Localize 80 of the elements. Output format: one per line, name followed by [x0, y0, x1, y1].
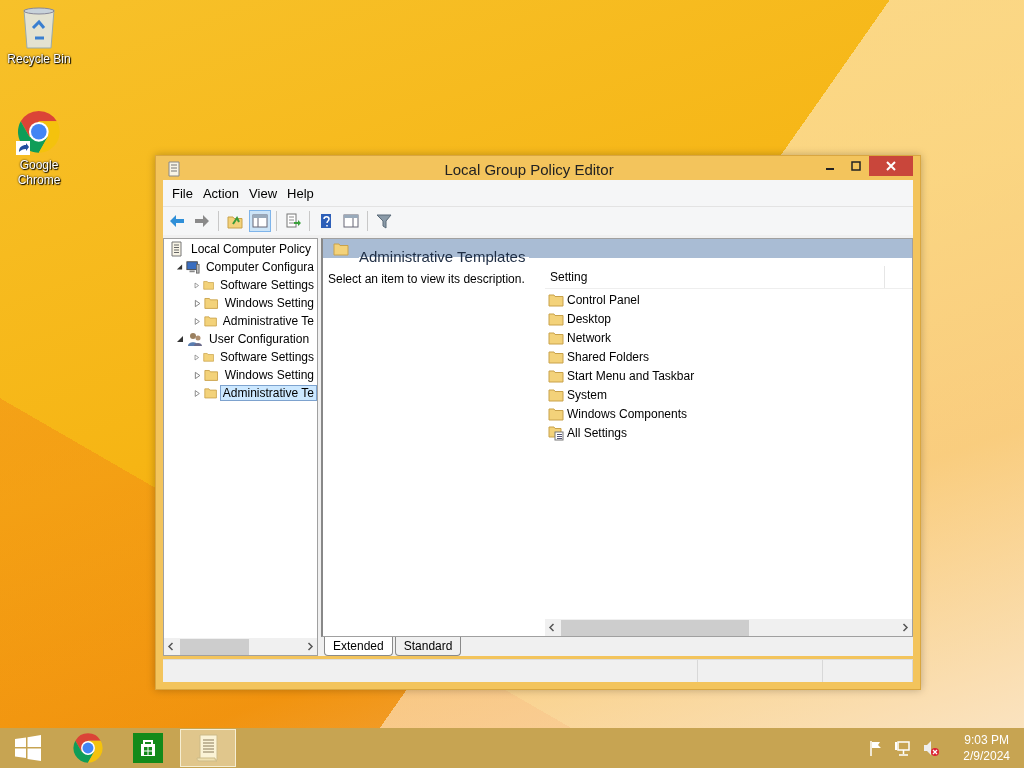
tree-item[interactable]: Software Settings [216, 277, 317, 293]
windows-logo-icon [14, 735, 42, 761]
settings-list-icon [548, 424, 564, 441]
recycle-bin-icon [21, 6, 57, 50]
folder-icon [548, 292, 564, 307]
folder-icon [203, 386, 217, 400]
minimize-icon [825, 168, 835, 170]
list-item[interactable]: Start Menu and Taskbar [567, 368, 695, 383]
tree-item[interactable]: Software Settings [216, 349, 317, 365]
action-pane-icon [343, 213, 359, 229]
toolbar-button[interactable] [249, 210, 271, 232]
folder-icon [333, 241, 349, 256]
menu-item[interactable]: View [244, 185, 283, 201]
list-item[interactable]: Desktop [567, 311, 612, 326]
folder-icon [202, 350, 214, 364]
menu-item[interactable]: File [167, 185, 198, 201]
folder-icon [202, 278, 214, 292]
list-item[interactable]: Network [567, 330, 611, 345]
horizontal-scrollbar[interactable] [164, 638, 317, 655]
folder-icon [203, 314, 217, 328]
window-title: Local Group Policy Editor [444, 160, 614, 178]
collapsed-arrow-icon[interactable] [194, 280, 200, 290]
column-header[interactable]: Setting [545, 266, 885, 288]
folder-icon [548, 387, 564, 402]
list-item[interactable]: Control Panel [567, 292, 640, 307]
list-item[interactable]: Shared Folders [567, 349, 650, 364]
forward-arrow-icon [194, 213, 210, 229]
horizontal-scrollbar[interactable] [545, 619, 912, 636]
document-icon [169, 241, 185, 257]
close-icon [886, 161, 896, 171]
folder-icon [548, 311, 564, 326]
export-list-icon [285, 213, 301, 229]
folder-icon [204, 296, 219, 310]
close-button[interactable] [869, 156, 913, 176]
view-tab[interactable]: Extended [324, 637, 393, 656]
scroll-right-icon[interactable] [307, 642, 314, 651]
users-icon [187, 331, 203, 347]
computer-icon [186, 259, 200, 275]
folder-icon [548, 406, 564, 421]
store-bag-icon [133, 733, 163, 763]
document-icon [167, 161, 181, 177]
expanded-arrow-icon[interactable] [176, 263, 183, 271]
folder-icon [204, 368, 219, 382]
folder-icon [548, 368, 564, 383]
tree-item[interactable]: Administrative Te [219, 385, 317, 401]
view-tab[interactable]: Standard [394, 637, 462, 656]
tree-item[interactable]: User Configuration [206, 331, 313, 347]
collapsed-arrow-icon[interactable] [194, 388, 201, 398]
scroll-document-icon [195, 733, 221, 763]
tree-item[interactable]: Windows Setting [221, 367, 317, 383]
help-icon [318, 213, 334, 229]
folder-up-icon [227, 213, 243, 229]
taskbar-button[interactable] [180, 729, 236, 767]
maximize-icon [851, 161, 861, 171]
back-arrow-icon [169, 213, 185, 229]
chrome-shortcut-icon [15, 108, 63, 156]
list-item[interactable]: All Settings [567, 425, 628, 440]
collapsed-arrow-icon[interactable] [194, 316, 201, 326]
folder-icon [548, 349, 564, 364]
scroll-left-icon[interactable] [167, 642, 174, 651]
console-tree-icon [252, 213, 268, 229]
tree-item[interactable]: Administrative Te [219, 313, 317, 329]
collapsed-arrow-icon[interactable] [194, 298, 202, 308]
collapsed-arrow-icon[interactable] [194, 370, 202, 380]
folder-icon [548, 330, 564, 345]
scroll-left-icon[interactable] [548, 623, 555, 632]
scroll-right-icon[interactable] [902, 623, 909, 632]
collapsed-arrow-icon[interactable] [194, 352, 200, 362]
list-item[interactable]: Windows Components [567, 406, 688, 421]
tree-item[interactable]: Windows Setting [221, 295, 317, 311]
tree-item[interactable]: Computer Configura [202, 259, 317, 275]
filter-icon [376, 213, 392, 229]
expanded-arrow-icon[interactable] [176, 335, 184, 343]
tree-item[interactable]: Local Computer Policy [188, 241, 315, 257]
muted-speaker-icon[interactable] [922, 739, 941, 757]
list-item[interactable]: System [567, 387, 607, 402]
menu-item[interactable]: Help [282, 185, 319, 201]
chrome-icon [72, 732, 104, 764]
description-text: Select an item to view its description. [328, 272, 525, 286]
menu-item[interactable]: Action [197, 185, 245, 201]
